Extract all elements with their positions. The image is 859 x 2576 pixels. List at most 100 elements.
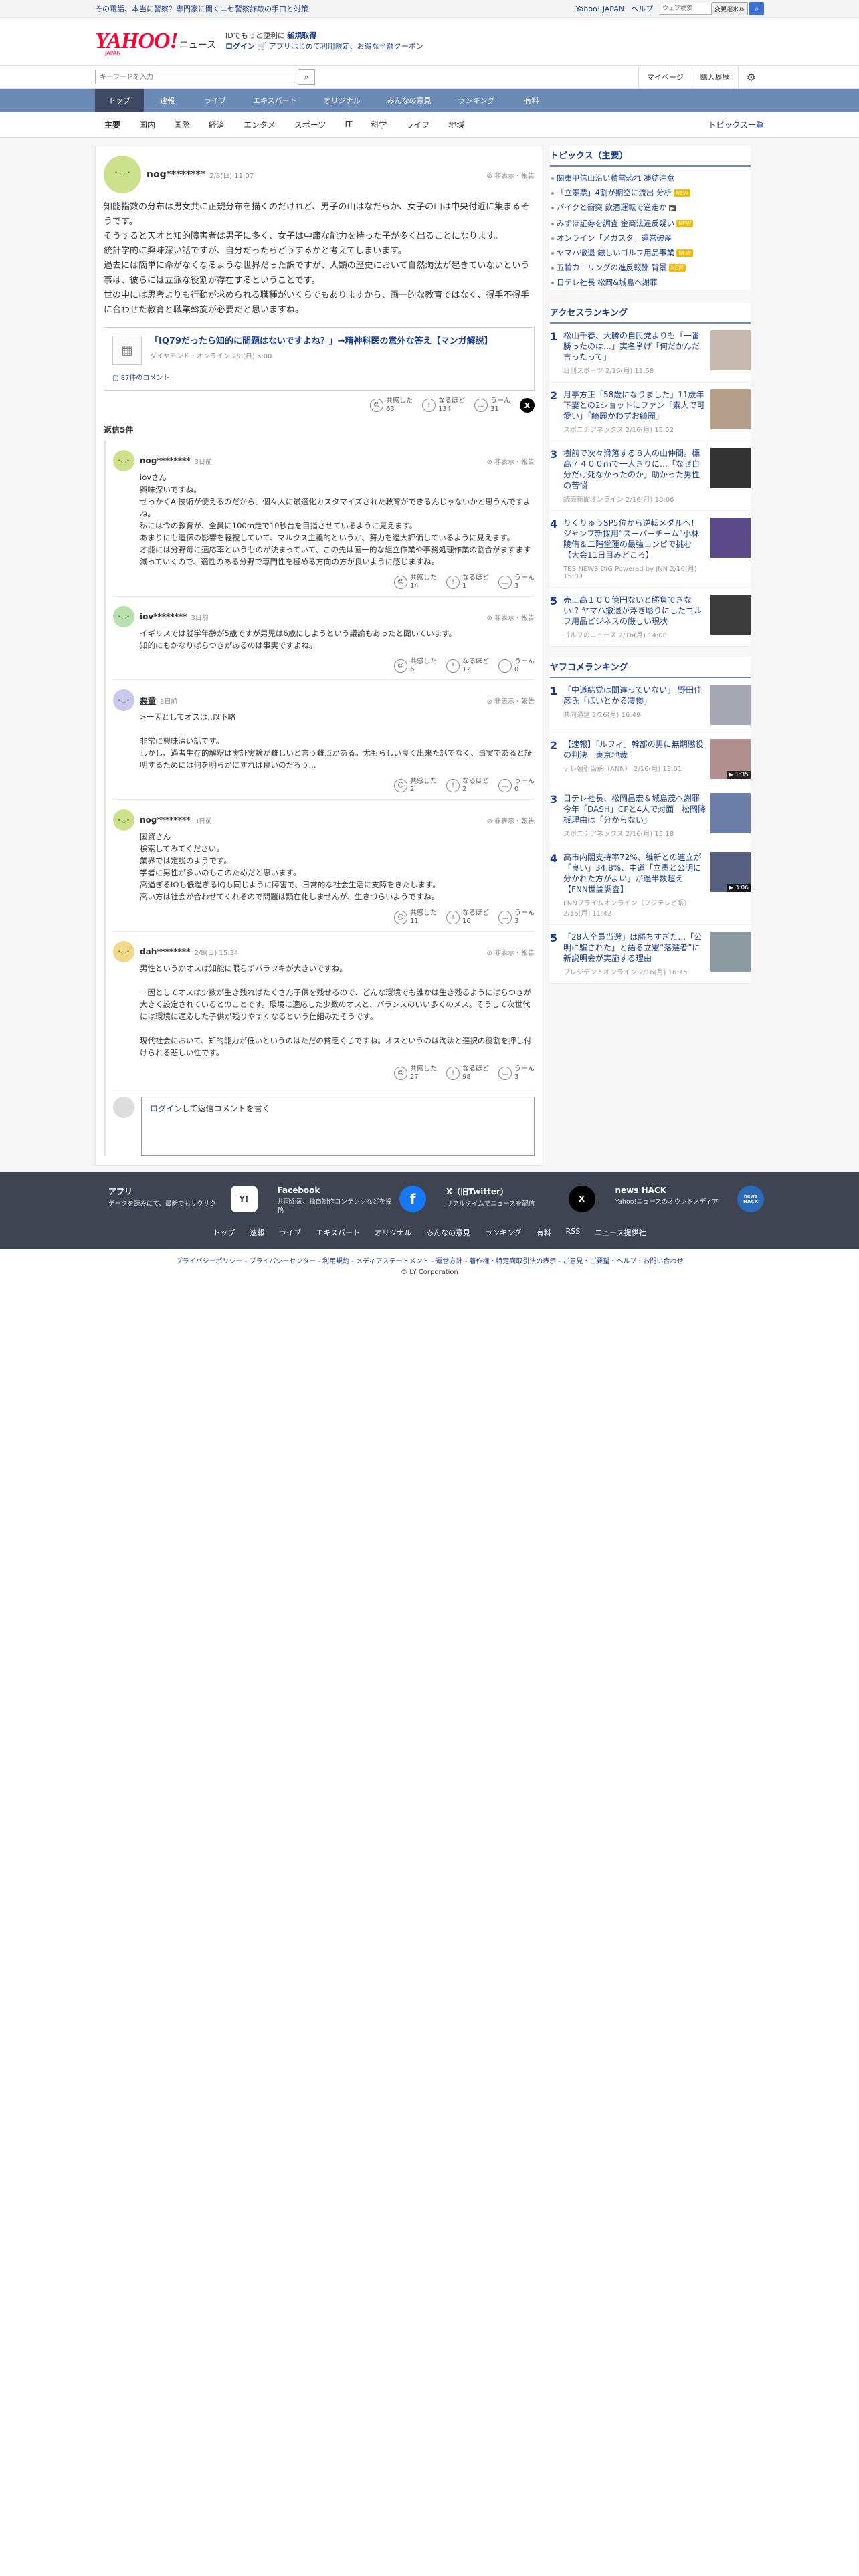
- ranking-item[interactable]: 4 高市内閣支持率72%、維新との連立が「良い」34.8%、中道「立憲と公明に分か…: [550, 845, 751, 925]
- footer-facebook-link[interactable]: Facebook 共同企画、独自制作コンテンツなどを投稿 f: [264, 1179, 426, 1220]
- promo-link[interactable]: その電話、本当に警察？専門家に聞くニセ警察詐欺の手口と対策: [95, 3, 308, 14]
- nav-tab-expert[interactable]: エキスパート: [240, 89, 310, 112]
- mypage-link[interactable]: マイページ: [638, 66, 692, 88]
- ranking-item[interactable]: 4 りくりゅうSP5位から逆転メダルへ！ジャンプ新採用“スーパーチーム”小林陵侑＆…: [550, 511, 751, 588]
- news-search-input[interactable]: [95, 70, 298, 84]
- footer-nav-item[interactable]: オリジナル: [375, 1227, 411, 1238]
- insightful-button[interactable]: ! なるほど 134: [422, 397, 465, 413]
- empathize-button[interactable]: ☺ 共感した 14: [394, 574, 437, 591]
- footer-nav-item[interactable]: ライブ: [279, 1227, 301, 1238]
- comment-count-link[interactable]: ▢ 87件のコメント: [112, 372, 526, 382]
- hide-report-link[interactable]: ⊘ 非表示・報告: [486, 695, 535, 706]
- legal-link-list[interactable]: プライバシーポリシー - プライバシーセンター - 利用規約 - メディアステー…: [0, 1257, 859, 1267]
- topic-item[interactable]: 関東甲信山沿い積雪恐れ 凍結注意: [550, 171, 751, 185]
- article-link-card[interactable]: ▦ 「IQ79だったら知的に問題はないですよね？」→精神科医の意外な答え【マンガ…: [104, 327, 535, 391]
- footer-newshack-link[interactable]: news HACK Yahoo!ニュースのオウンドメディア news HACK: [602, 1179, 764, 1220]
- subnav-domestic[interactable]: 国内: [130, 119, 165, 130]
- subnav-international[interactable]: 国際: [165, 119, 199, 130]
- ranking-item[interactable]: 2 【速報】「ルフィ」幹部の男に無期懲役の判決 東京地裁 テレ朝引当系（ANN） 2…: [550, 732, 751, 786]
- footer-nav-item[interactable]: ニュース提供社: [595, 1227, 646, 1238]
- subnav-region[interactable]: 地域: [439, 119, 474, 130]
- subnav-main[interactable]: 主要: [95, 119, 130, 130]
- footer-app-link[interactable]: アプリ データを読みにて、最新でもサクサク Y!: [95, 1179, 258, 1220]
- empathize-button[interactable]: ☺ 共感した 27: [394, 1065, 437, 1081]
- subnav-sports[interactable]: スポーツ: [285, 119, 336, 130]
- topic-item[interactable]: 日テレ社長 松岡&城島へ謝罪: [550, 275, 751, 290]
- reply-input[interactable]: ログインして返信コメントを書く: [141, 1097, 535, 1156]
- ranking-item[interactable]: 5 売上高１００億円ないと勝負できない!? ヤマハ撤退が浮き彫りにしたゴルフ用品ビ…: [550, 588, 751, 647]
- footer-nav-item[interactable]: ランキング: [485, 1227, 522, 1238]
- nav-tab-breaking[interactable]: 速報: [144, 89, 191, 112]
- footer-nav-item[interactable]: みんなの意見: [426, 1227, 470, 1238]
- hide-report-link[interactable]: ⊘ 非表示・報告: [486, 947, 535, 957]
- yahoo-japan-link[interactable]: Yahoo! JAPAN: [575, 5, 624, 13]
- insightful-button[interactable]: ! なるほど 2: [446, 778, 489, 794]
- reply-user[interactable]: iov********: [140, 612, 187, 621]
- hide-report-link[interactable]: ⊘ 非表示・報告: [486, 456, 535, 466]
- nav-tab-top[interactable]: トップ: [95, 89, 144, 112]
- footer-nav-item[interactable]: エキスパート: [316, 1227, 360, 1238]
- hmm-button[interactable]: … うーん 3: [498, 1065, 535, 1081]
- purchase-history-link[interactable]: 購入履歴: [691, 66, 738, 88]
- subnav-science[interactable]: 科学: [361, 119, 396, 130]
- ranking-item[interactable]: 3 日テレ社長、松岡昌宏＆城島茂へ謝罪 今年「DASH」CPと4人で対面 松岡降板…: [550, 786, 751, 845]
- insightful-button[interactable]: ! なるほど 16: [446, 909, 489, 926]
- ranking-item[interactable]: 3 樹前で次々滑落する８人の山仲間。標高７４００ｍで一人きりに…「なぜ自分だけ死な…: [550, 441, 751, 511]
- insightful-button[interactable]: ! なるほど 12: [446, 658, 489, 674]
- reply-user[interactable]: nog********: [140, 456, 191, 465]
- hmm-button[interactable]: … うーん 31: [474, 397, 510, 413]
- reply-user[interactable]: dah********: [140, 947, 190, 956]
- subnav-it[interactable]: IT: [335, 120, 361, 129]
- topic-item[interactable]: 五輪カーリングの進反報酬 背景 NEW: [550, 260, 751, 275]
- gear-icon[interactable]: ⚙: [737, 66, 764, 88]
- web-search-input[interactable]: [659, 3, 712, 15]
- login-link[interactable]: ログイン: [225, 42, 255, 51]
- subnav-entertainment[interactable]: エンタメ: [234, 119, 285, 130]
- footer-nav-item[interactable]: RSS: [566, 1227, 581, 1238]
- search-icon[interactable]: ⌕: [298, 69, 315, 85]
- hmm-button[interactable]: … うーん 3: [498, 909, 535, 926]
- signup-link[interactable]: 新規取得: [287, 31, 316, 40]
- article-title[interactable]: 「IQ79だったら知的に問題はないですよね？」→精神科医の意外な答え【マンガ解説…: [150, 336, 492, 348]
- footer-x-link[interactable]: X（旧Twitter） リアルタイムでニュースを配信 X: [433, 1179, 595, 1220]
- nav-tab-live[interactable]: ライブ: [191, 89, 240, 112]
- empathize-button[interactable]: ☺ 共感した 6: [394, 658, 437, 674]
- subnav-economy[interactable]: 経済: [199, 119, 234, 130]
- nav-tab-ranking[interactable]: ランキング: [445, 89, 508, 112]
- hmm-button[interactable]: … うーん 0: [498, 658, 535, 674]
- search-icon[interactable]: ⌕: [749, 2, 764, 15]
- ranking-item[interactable]: 1 松山千春、大勝の自民党よりも「一番勝ったのは…」実名挙げ「何だかんだ言ったって…: [550, 324, 751, 383]
- hmm-button[interactable]: … うーん 3: [498, 574, 535, 591]
- help-link[interactable]: ヘルプ: [631, 3, 653, 14]
- topic-item[interactable]: オンライン「メガスタ」運営破産: [550, 231, 751, 245]
- footer-nav-item[interactable]: トップ: [213, 1227, 235, 1238]
- topic-item[interactable]: 「立憲票」4割が期空に流出 分析 NEW: [550, 185, 751, 200]
- reply-user[interactable]: 悪童: [140, 695, 156, 706]
- comment-user[interactable]: nog********: [147, 169, 205, 180]
- empathize-button[interactable]: ☺ 共感した 11: [394, 909, 437, 926]
- coupon-link[interactable]: アプリはじめて利用限定、お得な半額クーポン: [269, 42, 423, 51]
- nav-tab-opinion[interactable]: みんなの意見: [374, 89, 445, 112]
- insightful-button[interactable]: ! なるほど 98: [446, 1065, 489, 1081]
- nav-tab-paid[interactable]: 有料: [508, 89, 555, 112]
- empathize-button[interactable]: ☺ 共感した 2: [394, 778, 437, 794]
- nav-tab-original[interactable]: オリジナル: [310, 89, 374, 112]
- reply-user[interactable]: nog********: [140, 815, 191, 825]
- footer-nav-item[interactable]: 有料: [537, 1227, 551, 1238]
- empathize-button[interactable]: ☺ 共感した 63: [370, 397, 413, 413]
- topic-item[interactable]: ヤマハ徹退 厳しいゴルフ用品事業 NEW: [550, 245, 751, 260]
- hide-report-link[interactable]: ⊘ 非表示・報告: [486, 612, 535, 622]
- ranking-item[interactable]: 2 月亭方正「58歳になりました」11歳年下妻との2ショットにファン「素人で可愛い…: [550, 383, 751, 441]
- ranking-item[interactable]: 1 「中道結党は間違っていない」 野田佳彦氏「ほいとかる凄惨」 共同通信 2/16(…: [550, 678, 751, 732]
- login-link[interactable]: ログイン: [150, 1104, 182, 1113]
- x-share-icon[interactable]: X: [520, 398, 535, 413]
- hmm-button[interactable]: … うーん 0: [498, 778, 535, 794]
- yahoo-news-logo[interactable]: YAHOO! ニュース JAPAN: [95, 29, 216, 56]
- insightful-button[interactable]: ! なるほど 1: [446, 574, 489, 591]
- topics-list-link[interactable]: トピックス一覧: [708, 119, 764, 130]
- footer-nav-item[interactable]: 速報: [250, 1227, 264, 1238]
- ranking-item[interactable]: 5 「28人全員当選」は勝ちすぎた…「公明に騙された」と語る立憲“落選者”に新説明…: [550, 925, 751, 984]
- topic-item[interactable]: みずほ証券を調査 金商法違反疑い NEW: [550, 216, 751, 231]
- hide-report-link[interactable]: ⊘ 非表示・報告: [486, 815, 535, 825]
- topic-item[interactable]: バイクと衝突 飲酒運転で逆走か ▶: [550, 200, 751, 216]
